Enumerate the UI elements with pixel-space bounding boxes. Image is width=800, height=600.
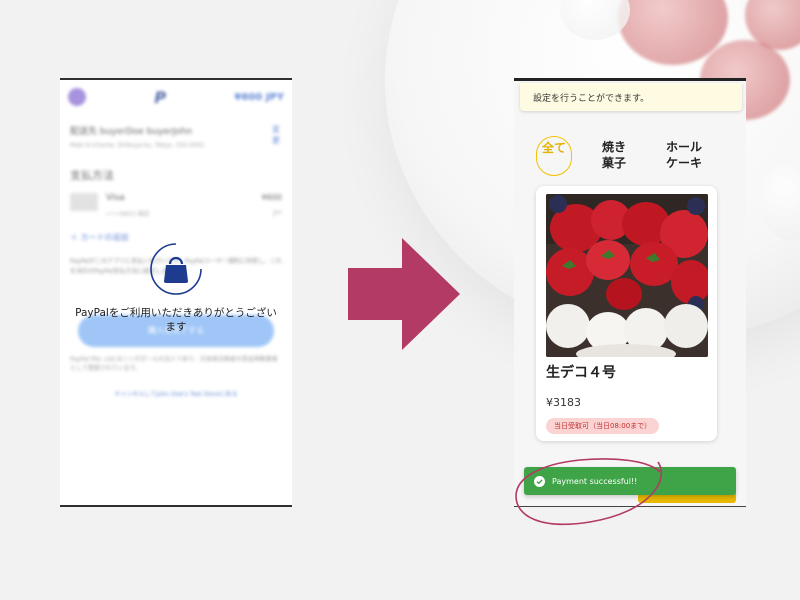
check-circle-icon xyxy=(534,475,545,487)
toast-message: Payment successful!! xyxy=(552,476,638,486)
paypal-checkout-content: P ¥600 JPY 配送先 buyerDoe buyerJohn Maki 6… xyxy=(60,80,292,398)
product-image xyxy=(546,194,708,357)
arrow-right-icon xyxy=(348,238,460,350)
shipping-edit-link[interactable]: 変更 xyxy=(272,124,282,149)
payment-method-title: 支払方法 xyxy=(70,169,114,182)
strawberry-decoration xyxy=(546,195,708,312)
shipping-address: Maki 6-ichome, Shibuya-ku, Tokyo, 150-00… xyxy=(70,142,205,149)
card-price: ¥600 xyxy=(261,193,282,202)
avatar[interactable] xyxy=(68,88,86,106)
paypal-logo-icon: P xyxy=(154,87,167,107)
product-price: ¥3183 xyxy=(546,396,581,409)
notice-banner: 設定を行うことができます。 xyxy=(520,83,742,111)
shop-screen: 設定を行うことができます。 全て 焼き菓子 ホールケーキ 生デコ４号 ¥3183… xyxy=(514,78,746,507)
paypal-checkout-screen: P ¥600 JPY 配送先 buyerDoe buyerJohn Maki 6… xyxy=(60,78,292,507)
card-currency: JPY xyxy=(273,210,282,217)
card-name: Visa xyxy=(106,193,125,203)
card-number: ••••8803 確認 xyxy=(106,211,150,218)
tab-baked-goods[interactable]: 焼き菓子 xyxy=(602,136,632,176)
category-tabs: 全て 焼き菓子 ホールケーキ xyxy=(536,136,710,176)
card-icon xyxy=(70,193,98,211)
shipping-section: 配送先 buyerDoe buyerJohn Maki 6-ichome, Sh… xyxy=(60,114,292,149)
product-card[interactable]: 生デコ４号 ¥3183 当日受取可（当日08:00まで） xyxy=(536,186,717,441)
payment-card-option[interactable]: Visa ••••8803 確認 ¥600 JPY xyxy=(60,193,292,218)
payment-success-toast: Payment successful!! xyxy=(524,467,736,495)
legal-note: PayPal Pte. Ltd.はシンガポールの法人であり、日本国法務省の資金移… xyxy=(70,356,278,372)
pickup-badge: 当日受取可（当日08:00まで） xyxy=(546,418,660,434)
shopping-bag-icon xyxy=(164,256,188,283)
thank-you-overlay: PayPalをご利用いただきありがとうございます xyxy=(60,240,292,334)
order-amount[interactable]: ¥600 JPY xyxy=(234,92,284,103)
thank-you-message: PayPalをご利用いただきありがとうございます xyxy=(75,307,277,333)
tab-whole-cake[interactable]: ホールケーキ xyxy=(666,136,710,176)
product-name: 生デコ４号 xyxy=(546,365,616,381)
cancel-return-link[interactable]: キャンセルしてJohn Doe's Test Storeに戻る xyxy=(60,373,292,398)
loading-spinner xyxy=(147,240,205,298)
tab-all[interactable]: 全て xyxy=(536,136,572,176)
shipping-title: 配送先 buyerDoe buyerJohn xyxy=(70,127,193,137)
paypal-header: P ¥600 JPY xyxy=(60,80,292,114)
